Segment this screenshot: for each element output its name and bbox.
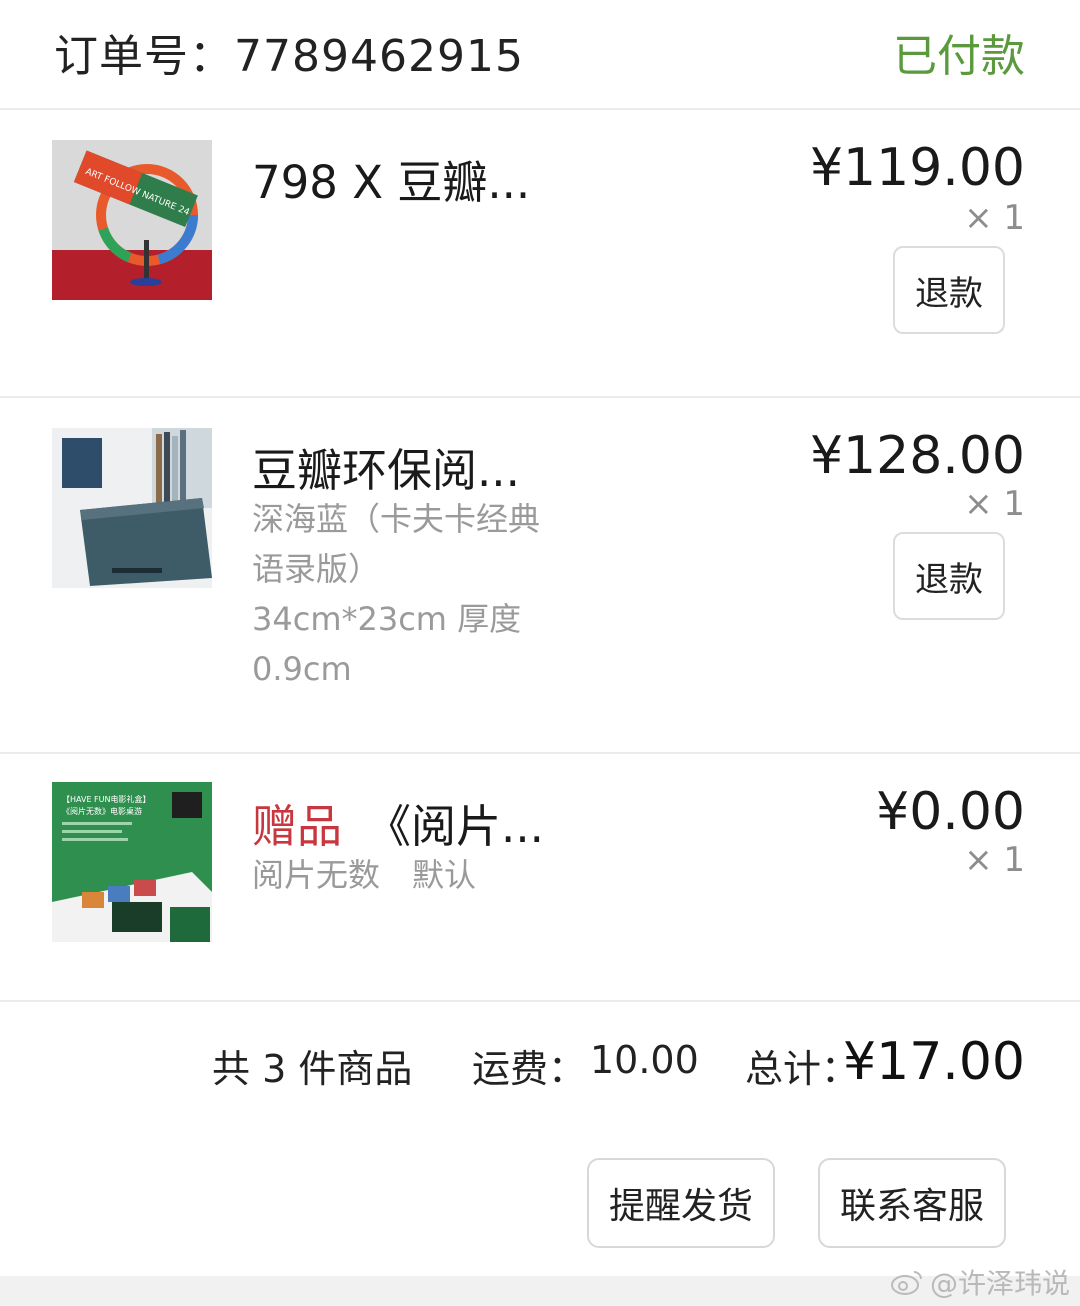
total-label: 总计： <box>745 1047 860 1091</box>
order-item[interactable]: 豆瓣环保阅... 深海蓝（卡夫卡经典 语录版） 34cm*23cm 厚度 0.9… <box>0 398 1080 754</box>
product-thumbnail[interactable]: 【HAVE FUN电影礼盒】 《阅片无数》电影桌游 <box>52 782 212 942</box>
gift-tag: 赠品 <box>252 800 343 853</box>
product-spec-line: 阅片无数 默认 <box>252 856 477 894</box>
product-price: ¥128.00 <box>809 426 1025 486</box>
product-spec-line: 深海蓝（卡夫卡经典 <box>252 500 541 538</box>
contact-service-button[interactable]: 联系客服 <box>818 1158 1006 1248</box>
product-price: ¥119.00 <box>809 138 1025 198</box>
refund-button[interactable]: 退款 <box>893 246 1005 334</box>
watermark: @许泽玮说 <box>890 1262 1070 1302</box>
product-quantity: × 1 <box>964 840 1025 880</box>
refund-button[interactable]: 退款 <box>893 532 1005 620</box>
product-quantity: × 1 <box>964 484 1025 524</box>
remind-shipping-button[interactable]: 提醒发货 <box>587 1158 775 1248</box>
product-title[interactable]: 豆瓣环保阅... <box>252 434 520 499</box>
weibo-icon <box>890 1271 922 1295</box>
svg-text:《阅片无数》电影桌游: 《阅片无数》电影桌游 <box>62 806 142 816</box>
product-quantity: × 1 <box>964 198 1025 238</box>
product-spec-line: 34cm*23cm 厚度 <box>252 600 522 638</box>
order-status: 已付款 <box>893 31 1025 82</box>
shipping-label: 运费： <box>472 1047 587 1091</box>
product-spec-line: 0.9cm <box>252 650 352 688</box>
item-count: 共 3 件商品 <box>212 1047 413 1091</box>
product-thumbnail[interactable]: ART FOLLOW NATURE 24 <box>52 140 212 300</box>
product-thumbnail[interactable] <box>52 428 212 588</box>
watermark-text: @许泽玮说 <box>929 1267 1070 1300</box>
product-price: ¥0.00 <box>876 782 1025 842</box>
product-title-text: 《阅片... <box>366 800 544 853</box>
order-item[interactable]: 【HAVE FUN电影礼盒】 《阅片无数》电影桌游 赠品 《阅片... 阅片无数 … <box>0 754 1080 1002</box>
product-image-icon <box>52 428 212 588</box>
total-amount: ¥17.00 <box>843 1032 1025 1092</box>
product-image-icon: ART FOLLOW NATURE 24 <box>52 140 212 300</box>
svg-text:【HAVE FUN电影礼盒】: 【HAVE FUN电影礼盒】 <box>62 794 151 804</box>
product-title[interactable]: 798 X 豆瓣... <box>252 146 530 211</box>
order-header: 订单号：7789462915 已付款 <box>0 0 1080 110</box>
product-title[interactable]: 赠品 《阅片... <box>252 790 544 855</box>
shipping-fee: 10.00 <box>590 1038 699 1082</box>
order-summary: 共 3 件商品 运费： 10.00 总计： ¥17.00 <box>0 1000 1080 1130</box>
order-number: 订单号：7789462915 <box>54 31 524 82</box>
product-spec-line: 语录版） <box>252 550 381 588</box>
order-item[interactable]: ART FOLLOW NATURE 24 798 X 豆瓣... ¥119.00… <box>0 110 1080 398</box>
product-image-icon: 【HAVE FUN电影礼盒】 《阅片无数》电影桌游 <box>52 782 212 942</box>
